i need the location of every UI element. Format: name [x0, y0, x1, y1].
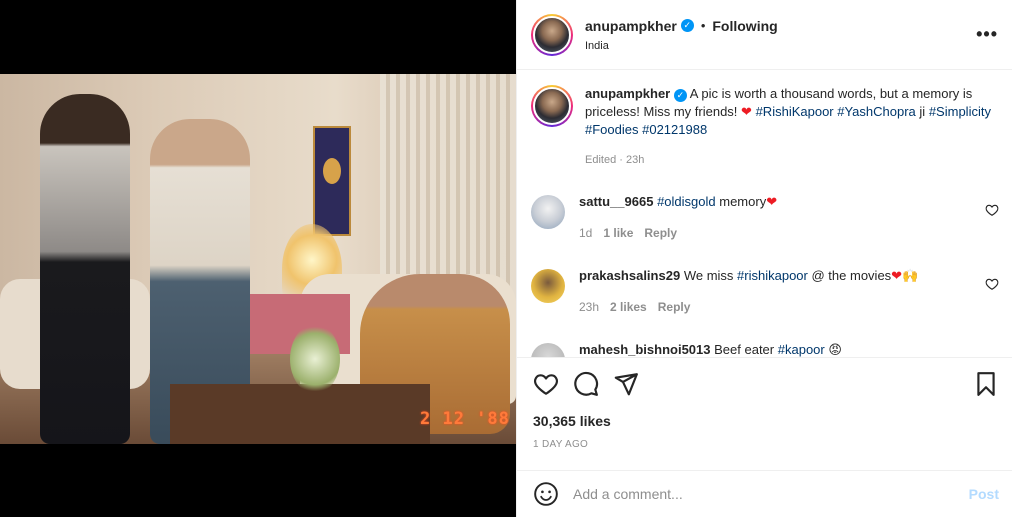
save-bookmark-icon[interactable]	[973, 371, 999, 397]
comments-section[interactable]: anupampkher ✓ A pic is worth a thousand …	[517, 71, 1012, 358]
reply-button[interactable]: Reply	[658, 300, 691, 314]
hashtag-yashchopra[interactable]: #YashChopra	[837, 104, 916, 119]
post-sidebar: anupampkher ✓ • Following India ••• anup…	[516, 0, 1012, 517]
likes-count[interactable]: 30,365 likes	[533, 413, 611, 429]
hashtag-date[interactable]: #02121988	[642, 122, 707, 137]
comment-emoji: ❤	[766, 194, 778, 209]
comment-heart-icon[interactable]	[985, 203, 999, 217]
post-media: 2 12 '88	[0, 0, 516, 517]
reply-button[interactable]: Reply	[644, 226, 677, 240]
commenter-username[interactable]: sattu__9665	[579, 194, 653, 209]
hashtag-kapoor[interactable]: #kapoor	[778, 342, 825, 357]
comment-time[interactable]: 1d	[579, 226, 592, 240]
author-avatar[interactable]	[531, 13, 573, 56]
verified-badge-icon: ✓	[680, 19, 694, 32]
commenter-avatar[interactable]	[531, 195, 565, 229]
post-comment-button[interactable]: Post	[969, 486, 999, 502]
author-username[interactable]: anupampkher	[585, 18, 677, 34]
emoji-smiley-icon[interactable]	[533, 481, 559, 507]
commenter-avatar[interactable]	[531, 269, 565, 303]
caption-text-mid: ji	[919, 104, 926, 119]
hashtag-oldisgold[interactable]: #oldisgold	[657, 194, 716, 209]
photo-person-left	[40, 94, 130, 444]
comment-text-post: @ the movies	[811, 268, 892, 283]
commenter-username[interactable]: prakashsalins29	[579, 268, 680, 283]
post-location[interactable]: India	[585, 40, 778, 52]
photo-coffee-table	[170, 384, 430, 444]
comment-likes[interactable]: 2 likes	[610, 300, 647, 314]
post-photo[interactable]: 2 12 '88	[0, 74, 516, 444]
comment-item: mahesh_bishnoi5013 Beef eater #kapoor 😡	[517, 341, 1012, 357]
hashtag-rishikapoor[interactable]: #RishiKapoor	[756, 104, 834, 119]
comment-text: Beef eater	[714, 342, 775, 357]
action-bar	[517, 366, 1012, 402]
commenter-avatar[interactable]	[531, 343, 565, 357]
verified-badge-icon: ✓	[673, 89, 687, 102]
comment-item: prakashsalins29 We miss #rishikapoor @ t…	[517, 267, 1012, 314]
comment-emoji: ❤🙌	[891, 268, 919, 283]
caption-avatar[interactable]	[531, 85, 573, 127]
comment-heart-icon[interactable]	[985, 277, 999, 291]
red-heart-emoji: ❤	[741, 104, 752, 119]
hashtag-simplicity[interactable]: #Simplicity	[929, 104, 991, 119]
post-dialog: 2 12 '88 anupampkher ✓ • Following India…	[0, 0, 1012, 517]
author-info: anupampkher ✓ • Following India	[585, 18, 778, 52]
photo-flowers	[290, 324, 340, 394]
comment-likes[interactable]: 1 like	[603, 226, 633, 240]
photo-date-stamp: 2 12 '88	[420, 409, 510, 429]
hashtag-foodies[interactable]: #Foodies	[585, 122, 638, 137]
commenter-username[interactable]: mahesh_bishnoi5013	[579, 342, 711, 357]
hashtag-rishikapoor[interactable]: #rishikapoor	[737, 268, 808, 283]
following-button[interactable]: Following	[712, 18, 777, 34]
caption-meta: Edited · 23h	[585, 154, 645, 166]
separator-dot: •	[700, 18, 706, 33]
photo-wall-scroll	[313, 126, 351, 236]
more-options-icon[interactable]: •••	[976, 24, 998, 45]
post-time-ago: 1 DAY AGO	[533, 439, 589, 450]
comment-emoji: 😡	[828, 342, 842, 357]
comment-text: We miss	[683, 268, 734, 283]
caption-username[interactable]: anupampkher	[585, 86, 670, 101]
share-paper-plane-icon[interactable]	[613, 371, 639, 397]
comment-time[interactable]: 23h	[579, 300, 599, 314]
add-comment-input[interactable]	[573, 486, 933, 502]
post-header: anupampkher ✓ • Following India •••	[517, 0, 1012, 70]
comment-item: sattu__9665 #oldisgold memory❤ 1d 1 like…	[517, 193, 1012, 240]
comment-bubble-icon[interactable]	[573, 371, 599, 397]
comment-text: memory	[719, 194, 767, 209]
caption: anupampkher ✓ A pic is worth a thousand …	[517, 71, 1012, 169]
like-heart-icon[interactable]	[533, 371, 559, 397]
add-comment-bar: Post	[517, 470, 1012, 517]
